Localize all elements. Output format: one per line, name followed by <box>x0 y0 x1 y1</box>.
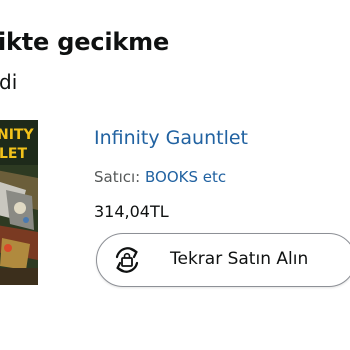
buy-again-cycle-bag-icon <box>111 244 143 276</box>
order-card: ikte gecikme di NITY LET Infinity Gauntl… <box>0 0 350 350</box>
delivery-status-heading: ikte gecikme <box>0 28 170 56</box>
seller-name-link[interactable]: BOOKS etc <box>145 168 226 186</box>
buy-again-label: Tekrar Satın Alın <box>170 249 309 269</box>
product-cover-image[interactable]: NITY LET <box>0 120 38 285</box>
buy-again-button[interactable]: Tekrar Satın Alın <box>96 233 350 287</box>
svg-text:NITY: NITY <box>0 127 34 143</box>
seller-info: Satıcı: BOOKS etc <box>94 168 226 186</box>
svg-text:LET: LET <box>0 146 27 162</box>
delivery-status-subtext: di <box>0 70 18 94</box>
product-price: 314,04TL <box>94 202 169 221</box>
product-title-link[interactable]: Infinity Gauntlet <box>94 127 248 149</box>
seller-label: Satıcı: <box>94 168 141 186</box>
